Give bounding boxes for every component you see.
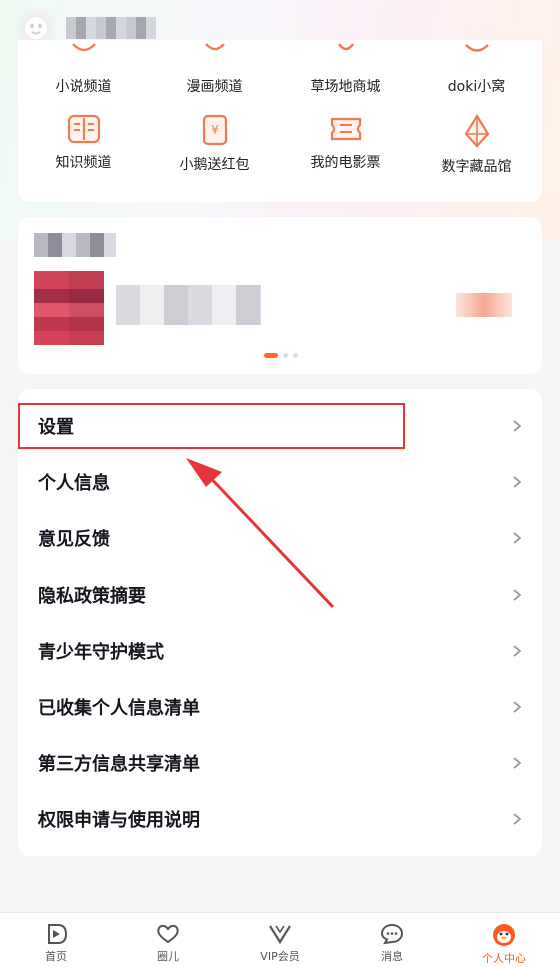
tab-label: VIP会员 [260,950,300,963]
menu-item-privacy-summary[interactable]: 隐私政策摘要 [18,567,542,623]
banner-button-blurred[interactable] [456,293,512,317]
username-blurred [66,17,156,39]
profile-penguin-icon [493,924,515,946]
menu-label: 权限申请与使用说明 [38,810,200,832]
menu-label: 第三方信息共享清单 [38,754,200,776]
red-packet-icon: ¥ [201,114,229,146]
menu-item-personal-info[interactable]: 个人信息 [18,454,542,510]
tab-label: 消息 [381,950,403,963]
grid-label: 知识频道 [55,155,112,171]
grid-item-comic[interactable]: 漫画频道 [149,40,280,102]
banner-text-blurred [116,285,261,325]
tab-label: 首页 [45,950,67,963]
chevron-right-icon [513,588,522,601]
menu-label: 设置 [38,417,74,439]
pagination-dot [293,353,298,358]
menu-label: 青少年守护模式 [38,641,164,663]
grid-item-digital-collection[interactable]: 数字藏品馆 [411,102,542,188]
grid-item-knowledge[interactable]: 知识频道 [18,102,149,188]
banner-card[interactable] [18,217,542,374]
chevron-right-icon [513,532,522,545]
grid-label: doki小窝 [447,79,506,95]
tab-profile[interactable]: 个人中心 [448,913,560,967]
grid-item-shop[interactable]: 草场地商城 [280,40,411,102]
grid-label: 数字藏品馆 [441,159,512,175]
doki-icon [462,42,492,56]
grid-label: 小说频道 [55,79,112,95]
menu-label: 已收集个人信息清单 [38,698,200,720]
tab-vip[interactable]: VIP会员 [224,913,336,967]
message-bubble-icon [380,923,404,945]
chevron-right-icon [513,813,522,826]
banner-pagination [264,353,298,358]
banner-title-blurred [34,233,116,257]
grid-item-doki[interactable]: doki小窝 [411,40,542,102]
grid-label: 草场地商城 [310,79,381,95]
heart-chat-icon [157,924,179,944]
menu-item-teen-mode[interactable]: 青少年守护模式 [18,623,542,679]
grid-label: 我的电影票 [310,155,381,171]
menu-item-permissions[interactable]: 权限申请与使用说明 [18,791,542,847]
avatar-face-icon [23,15,49,41]
bottom-tab-bar: 首页 圈儿 VIP会员 消息 个人中心 [0,912,560,967]
menu-item-third-party-sharing[interactable]: 第三方信息共享清单 [18,735,542,791]
menu-item-settings[interactable]: 设置 [18,398,542,454]
home-play-icon [48,924,68,944]
chevron-right-icon [513,476,522,488]
knowledge-book-icon [67,114,101,144]
banner-thumbnail-blurred [34,271,104,345]
grid-item-novel[interactable]: 小说频道 [18,40,149,102]
grid-label: 小鹅送红包 [179,157,250,173]
pagination-dot-active [264,353,278,358]
chevron-right-icon [513,701,522,713]
tab-label: 圈儿 [157,950,179,963]
book-icon [69,42,99,56]
chevron-right-icon [513,645,522,657]
chevron-right-icon [513,420,522,432]
menu-label: 意见反馈 [38,529,110,551]
diamond-crystal-icon [463,114,491,148]
vip-v-icon [269,925,291,945]
pagination-dot [283,353,288,358]
tab-messages[interactable]: 消息 [336,913,448,967]
svg-text:¥: ¥ [211,123,219,137]
menu-label: 隐私政策摘要 [38,585,146,607]
settings-menu: 设置 个人信息 意见反馈 隐私政策摘要 青少年守护模式 已收集个人信息清单 第三… [18,389,542,856]
ticket-icon [329,114,363,144]
grid-item-ticket[interactable]: 我的电影票 [280,102,411,188]
chevron-right-icon [513,757,522,769]
tab-home[interactable]: 首页 [0,913,112,967]
menu-label: 个人信息 [38,473,110,495]
quick-entry-card: 小说频道 漫画频道 草场地商城 doki小窝 知识频道 ¥ 小鹅送红包 我的电影… [18,40,542,202]
menu-item-feedback[interactable]: 意见反馈 [18,510,542,566]
grid-item-red-packet[interactable]: ¥ 小鹅送红包 [149,102,280,188]
grid-label: 漫画频道 [186,79,243,95]
comic-icon [200,42,230,56]
shop-icon [331,42,361,56]
menu-item-collected-info-list[interactable]: 已收集个人信息清单 [18,679,542,735]
tab-label: 个人中心 [482,952,526,965]
tab-circle[interactable]: 圈儿 [112,913,224,967]
